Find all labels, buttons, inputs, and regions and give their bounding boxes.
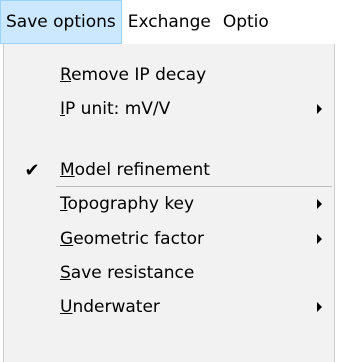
menu-item-ip-unit[interactable]: IP unit: mV/V xyxy=(4,93,334,125)
checkmark-icon: ✔ xyxy=(24,159,40,181)
menu-item-label: IP unit: mV/V xyxy=(60,99,171,119)
menu-item-underwater[interactable]: Underwater xyxy=(4,291,334,323)
menu-save-options[interactable]: Save options xyxy=(0,0,122,44)
menu-exchange[interactable]: Exchange xyxy=(122,0,217,44)
menu-options[interactable]: Optio xyxy=(217,0,275,44)
menu-item-label: Geometric factor xyxy=(60,229,204,249)
menu-item-remove-ip-decay[interactable]: Remove IP decay xyxy=(4,59,334,91)
submenu-arrow-icon xyxy=(317,104,322,114)
menu-item-label: Underwater xyxy=(60,297,160,317)
menu-item-save-resistance[interactable]: Save resistance xyxy=(4,257,334,289)
menu-item-model-refinement[interactable]: ✔ Model refinement xyxy=(4,154,334,186)
submenu-arrow-icon xyxy=(317,199,322,209)
menu-item-label: Topography key xyxy=(60,194,195,214)
menu-item-label: Save resistance xyxy=(60,263,195,283)
menu-separator xyxy=(56,186,332,187)
menu-item-topography-key[interactable]: Topography key xyxy=(4,188,334,220)
menu-item-label: Remove IP decay xyxy=(60,65,207,85)
menu-item-label: Model refinement xyxy=(60,160,210,180)
menu-bar: Save options Exchange Optio xyxy=(0,0,345,44)
save-options-dropdown: Remove IP decay IP unit: mV/V ✔ Model re… xyxy=(3,44,335,362)
menu-item-geometric-factor[interactable]: Geometric factor xyxy=(4,223,334,255)
submenu-arrow-icon xyxy=(317,234,322,244)
submenu-arrow-icon xyxy=(317,302,322,312)
